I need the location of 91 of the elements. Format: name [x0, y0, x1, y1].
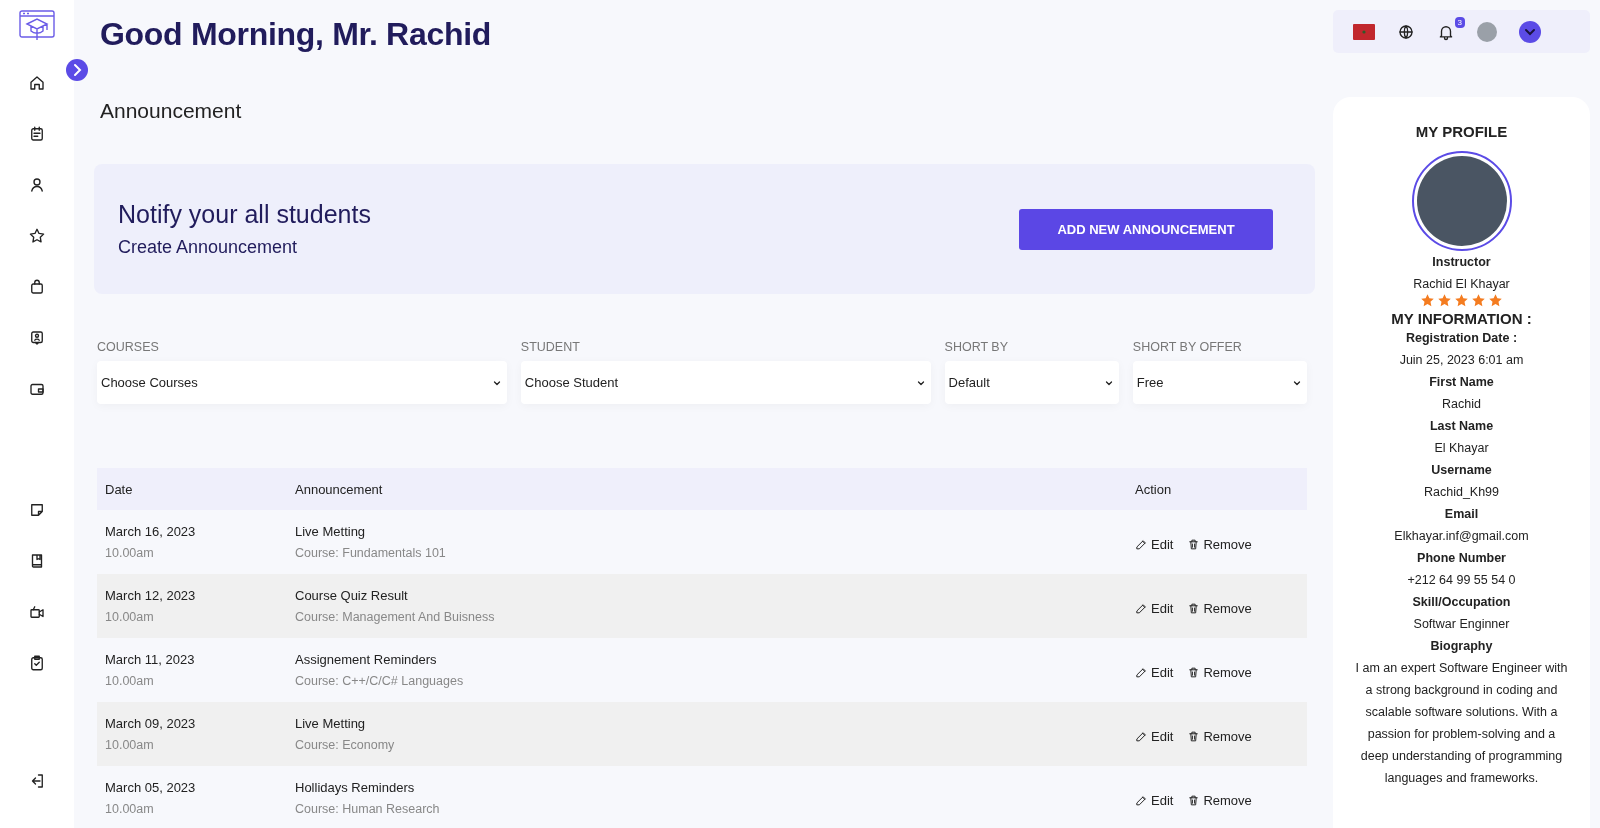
- profile-name: Rachid El Khayar: [1413, 276, 1510, 293]
- edit-icon: [1135, 537, 1148, 551]
- date-text: March 05, 2023: [105, 780, 197, 795]
- select-field[interactable]: Free: [1132, 361, 1307, 404]
- video-icon[interactable]: [28, 603, 46, 621]
- edit-icon: [1135, 601, 1148, 615]
- trash-icon: [1187, 601, 1201, 615]
- role-text: Instructor: [1432, 254, 1491, 271]
- edit-link[interactable]: Edit: [1135, 536, 1174, 552]
- filter-label: SHORT BY OFFER: [1132, 340, 1243, 354]
- course-text: Course: Management And Buisness: [295, 610, 496, 624]
- page-title: Announcement: [100, 99, 243, 123]
- flag-icon[interactable]: [1353, 23, 1375, 40]
- field-value: Rachid: [1442, 396, 1481, 413]
- trash-icon: [1187, 665, 1201, 679]
- field-label: Phone Number: [1417, 550, 1506, 567]
- notification-badge: 3: [1454, 16, 1465, 28]
- edit-link[interactable]: Edit: [1135, 792, 1174, 808]
- date-text: March 16, 2023: [105, 524, 197, 539]
- field-value: +212 64 99 55 54 0: [1407, 572, 1516, 589]
- course-text: Course: Fundamentals 101: [295, 546, 447, 560]
- course-text: Course: C++/C/C# Languages: [295, 674, 465, 688]
- user-icon[interactable]: [28, 176, 46, 194]
- star-icon[interactable]: [28, 227, 46, 245]
- select-field[interactable]: Default: [944, 361, 1119, 404]
- edit-icon: [1135, 793, 1148, 807]
- field-label: Registration Date :: [1405, 330, 1518, 347]
- time-text: 10.00am: [105, 738, 155, 752]
- edit-link[interactable]: Edit: [1135, 728, 1174, 744]
- info-title: MY INFORMATION :: [1391, 310, 1532, 327]
- dropdown-button[interactable]: [1519, 20, 1541, 43]
- banner-title: Notify your all students: [118, 200, 371, 229]
- graduation-cap-logo[interactable]: [19, 10, 55, 42]
- field-value: Juin 25, 2023 6:01 am: [1399, 352, 1524, 369]
- field-value: El Khayar: [1434, 440, 1489, 457]
- column-header: Date: [104, 481, 134, 497]
- field-value: Softwar Enginner: [1413, 616, 1510, 633]
- field-label: Last Name: [1429, 418, 1494, 435]
- edit-link[interactable]: Edit: [1135, 600, 1174, 616]
- field-label: Username: [1431, 462, 1492, 479]
- greeting-heading: Good Morning, Mr. Rachid: [100, 16, 492, 53]
- calendar-icon[interactable]: [28, 125, 46, 143]
- filter-label: SHORT BY: [944, 340, 1010, 354]
- announcement-title: Assignement Reminders: [295, 652, 438, 667]
- add-announcement-button[interactable]: ADD NEW ANNOUNCEMENT: [1019, 208, 1273, 250]
- announcement-title: Hollidays Reminders: [295, 780, 416, 795]
- announcement-title: Live Metting: [295, 716, 367, 731]
- remove-link[interactable]: Remove: [1187, 792, 1252, 808]
- announcement-title: Live Metting: [295, 524, 367, 539]
- edit-link[interactable]: Edit: [1135, 664, 1174, 680]
- field-value: I am an expert Software Engineer with a strong background in coding and scalable software solutions. With a passion for problem-solving and a deep understanding of programming languages and frameworks.: [1354, 660, 1569, 787]
- trash-icon: [1187, 793, 1201, 807]
- globe-icon[interactable]: [1397, 22, 1415, 41]
- note-icon[interactable]: [28, 501, 46, 519]
- banner-subtitle: Create Announcement: [118, 237, 299, 258]
- home-icon[interactable]: [28, 74, 46, 92]
- field-label: Skill/Occupation: [1412, 594, 1511, 611]
- course-text: Course: Economy: [295, 738, 396, 752]
- time-text: 10.00am: [105, 802, 155, 816]
- edit-icon: [1135, 665, 1148, 679]
- remove-link[interactable]: Remove: [1187, 664, 1252, 680]
- time-text: 10.00am: [105, 546, 155, 560]
- date-text: March 11, 2023: [105, 652, 196, 667]
- field-value: Rachid_Kh99: [1423, 484, 1500, 501]
- remove-link[interactable]: Remove: [1187, 728, 1252, 744]
- time-text: 10.00am: [105, 610, 155, 624]
- trash-icon: [1187, 729, 1201, 743]
- trash-icon: [1187, 537, 1201, 551]
- column-header: Action: [1134, 481, 1173, 497]
- time-text: 10.00am: [105, 674, 155, 688]
- contact-icon[interactable]: [28, 329, 46, 347]
- field-label: Biography: [1430, 638, 1493, 655]
- column-header: Announcement: [294, 481, 384, 497]
- select-field[interactable]: Choose Courses: [97, 361, 507, 404]
- select-field[interactable]: Choose Student: [520, 361, 931, 404]
- course-text: Course: Human Research: [295, 802, 441, 816]
- field-value: Elkhayar.inf@gmail.com: [1394, 528, 1529, 545]
- expand-sidebar-button[interactable]: [66, 59, 88, 81]
- filter-label: STUDENT: [520, 340, 581, 354]
- profile-title: MY PROFILE: [1415, 123, 1508, 140]
- announcement-title: Course Quiz Result: [295, 588, 409, 603]
- clipboard-icon[interactable]: [28, 654, 46, 672]
- remove-link[interactable]: Remove: [1187, 536, 1252, 552]
- edit-icon: [1135, 729, 1148, 743]
- filter-label: COURSES: [97, 340, 160, 354]
- date-text: March 09, 2023: [105, 716, 197, 731]
- field-label: First Name: [1429, 374, 1494, 391]
- date-text: March 12, 2023: [105, 588, 197, 603]
- field-label: Email: [1444, 506, 1479, 523]
- remove-link[interactable]: Remove: [1187, 600, 1252, 616]
- bag-icon[interactable]: [28, 278, 46, 296]
